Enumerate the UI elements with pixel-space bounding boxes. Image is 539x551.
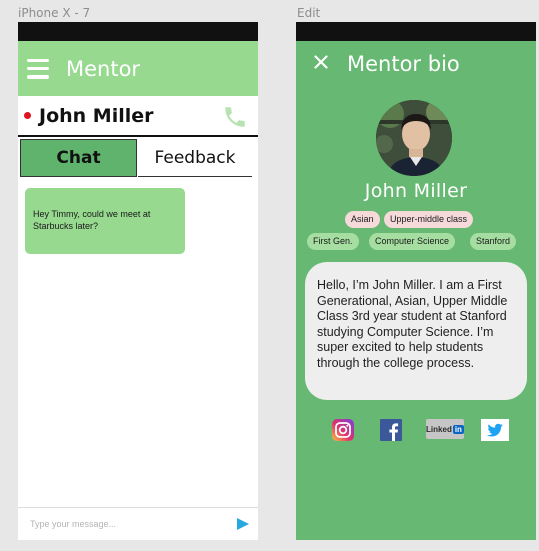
page-title: Mentor bbox=[66, 56, 141, 81]
status-bar bbox=[296, 22, 536, 41]
contact-name: John Miller bbox=[39, 104, 154, 127]
contact-row: John Miller bbox=[18, 96, 258, 137]
bio-card: Hello, I’m John Miller. I am a First Gen… bbox=[305, 262, 527, 400]
message-text: Hey Timmy, could we meet at Starbucks la… bbox=[33, 209, 151, 231]
artboard-label-bio: Edit bbox=[297, 6, 321, 20]
tab-chat[interactable]: Chat bbox=[20, 139, 137, 177]
hamburger-icon[interactable] bbox=[27, 58, 49, 79]
status-bar bbox=[18, 22, 258, 41]
message-composer bbox=[18, 507, 258, 540]
tab-feedback[interactable]: Feedback bbox=[138, 139, 252, 177]
avatar bbox=[376, 100, 452, 176]
artboard-label-chat: iPhone X - 7 bbox=[18, 6, 91, 20]
tag-school: Stanford bbox=[470, 233, 517, 250]
linkedin-icon[interactable]: Linked in bbox=[426, 419, 464, 439]
page-title: Mentor bio bbox=[347, 52, 460, 76]
online-status-dot bbox=[24, 112, 31, 119]
facebook-icon[interactable] bbox=[380, 419, 402, 441]
message-input[interactable] bbox=[28, 518, 222, 530]
chat-screen: Mentor John Miller Chat Feedback Hey Tim… bbox=[18, 22, 258, 540]
bio-text: Hello, I’m John Miller. I am a First Gen… bbox=[317, 278, 508, 370]
mentor-name: John Miller bbox=[364, 180, 468, 202]
linkedin-text: Linked bbox=[426, 424, 452, 434]
mentor-bio-screen: Mentor bio John Miller Asian Upper-middl… bbox=[296, 22, 536, 540]
linkedin-badge: in bbox=[452, 424, 464, 434]
phone-icon[interactable] bbox=[222, 104, 248, 130]
instagram-icon[interactable] bbox=[332, 419, 354, 441]
close-icon[interactable] bbox=[314, 55, 328, 69]
message-bubble: Hey Timmy, could we meet at Starbucks la… bbox=[25, 188, 185, 254]
tab-bar: Chat Feedback bbox=[18, 137, 258, 179]
tag-first-gen: First Gen. bbox=[307, 233, 359, 250]
send-icon[interactable] bbox=[236, 517, 250, 531]
chat-header: Mentor bbox=[18, 41, 258, 96]
tag-major: Computer Science bbox=[369, 233, 456, 250]
twitter-icon[interactable] bbox=[481, 419, 509, 441]
tag-class: Upper-middle class bbox=[384, 211, 474, 228]
tag-ethnicity: Asian bbox=[345, 211, 380, 228]
